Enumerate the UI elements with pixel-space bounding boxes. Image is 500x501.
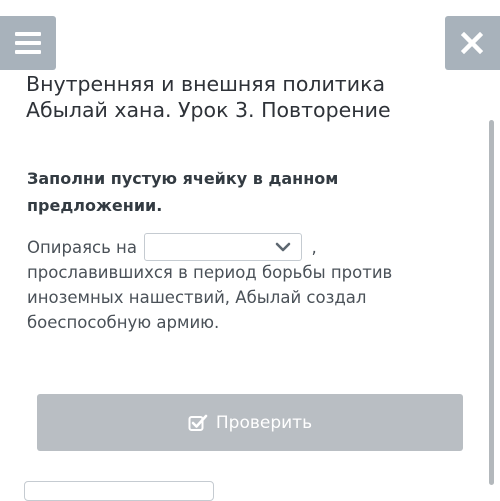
scrollbar[interactable] (489, 120, 494, 485)
answer-dropdown[interactable] (144, 233, 303, 261)
fill-in-sentence: Опираясь на , прославившихся в период бо… (27, 233, 467, 335)
task-instruction: Заполни пустую ячейку в данном предложен… (27, 169, 339, 215)
close-icon (461, 32, 483, 54)
chevron-down-icon (275, 242, 291, 252)
check-button-label: Проверить (215, 412, 313, 433)
lesson-title: Внутренняя и внешняя политика Абылай хан… (26, 72, 391, 122)
check-button[interactable]: Проверить (37, 394, 463, 451)
sentence-before: Опираясь на (27, 238, 137, 257)
checkbox-check-icon (188, 414, 208, 431)
close-button[interactable] (445, 16, 500, 70)
menu-button[interactable] (0, 16, 56, 70)
next-button-edge[interactable] (24, 481, 214, 501)
